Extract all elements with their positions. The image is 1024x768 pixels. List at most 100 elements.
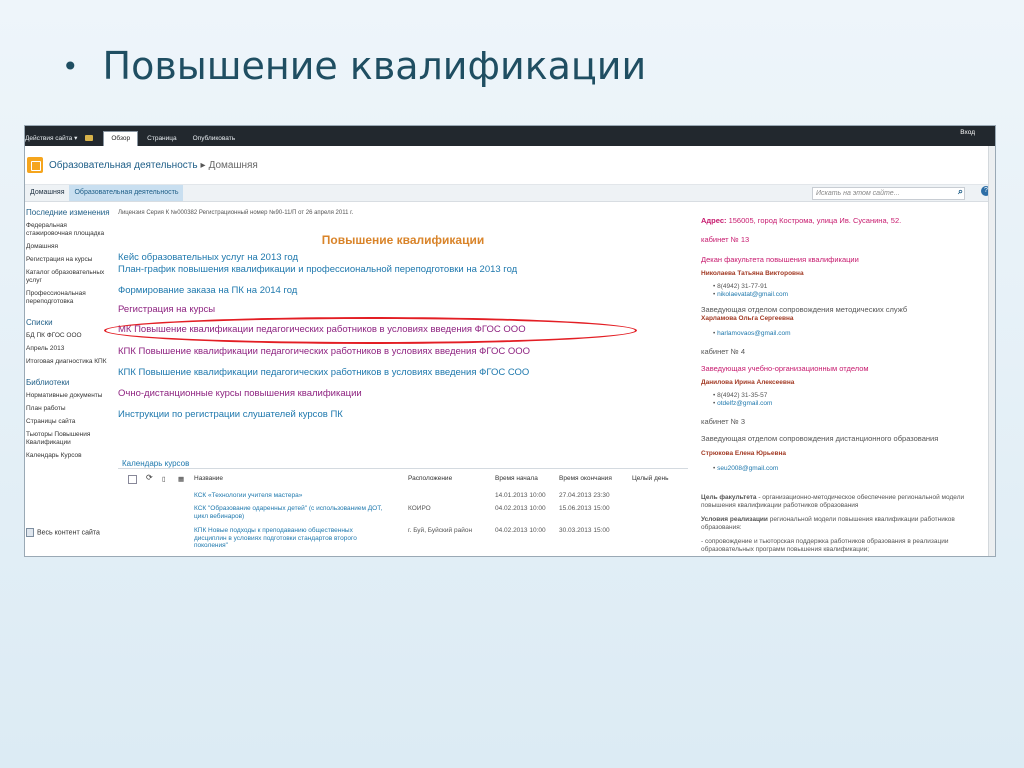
conditions: Условия реализации региональной модели п… — [701, 516, 971, 532]
head3-name: Стрюкова Елена Юрьевна — [701, 450, 787, 457]
calendar-divider — [118, 468, 688, 469]
slide-title: • Повышение квалификации — [62, 44, 646, 88]
head2-title: Заведующая учебно-организационным отдело… — [701, 364, 869, 373]
search-icon[interactable]: ⌕ — [958, 186, 963, 197]
search-input[interactable]: Искать на этом сайте... — [812, 187, 965, 200]
site-logo-icon — [27, 157, 43, 173]
site-titlebar: Образовательная деятельность ▸ Домашняя — [25, 146, 995, 185]
goal-label: Цель факультета — [701, 494, 757, 501]
col-end[interactable]: Время окончания — [559, 475, 612, 482]
tab-page[interactable]: Страница — [140, 132, 183, 146]
link-order-2014[interactable]: Формирование заказа на ПК на 2014 год — [118, 285, 297, 296]
all-content-link[interactable]: Весь контент сайта — [26, 528, 100, 537]
contacts-sidebar: Адрес: 156005, город Кострома, улица Ив.… — [701, 202, 981, 556]
head1-email-link[interactable]: harlamovaos@gmail.com — [717, 330, 790, 337]
refresh-icon[interactable]: ⟳ — [146, 473, 153, 482]
head1-name: Харламова Ольга Сергеевна — [701, 315, 794, 322]
ql-item[interactable]: Регистрация на курсы — [26, 256, 112, 264]
nav-education[interactable]: Образовательная деятельность — [69, 185, 184, 201]
slide-title-text: Повышение квалификации — [102, 44, 647, 88]
course-end: 27.04.2013 23:30 — [559, 492, 610, 499]
calendar-title[interactable]: Календарь курсов — [122, 459, 189, 468]
ql-item[interactable]: Каталог образовательных услуг — [26, 269, 112, 285]
link-instructions[interactable]: Инструкции по регистрации слушателей кур… — [118, 409, 343, 420]
dean-phone: • 8(4942) 31-77-91 — [713, 283, 768, 290]
link-plan-2013[interactable]: План-график повышения квалификации и про… — [118, 264, 517, 275]
dean-title: Декан факультета повышения квалификации — [701, 255, 859, 264]
col-name[interactable]: Название — [194, 475, 223, 482]
ql-item[interactable]: Календарь Курсов — [26, 452, 112, 460]
col-location[interactable]: Расположение — [408, 475, 452, 482]
head3-email-link[interactable]: seu2008@gmail.com — [717, 465, 778, 472]
ribbon-bar: Действия сайта ▾ Обзор Страница Опублико… — [25, 126, 995, 146]
room-13: кабинет № 13 — [701, 235, 750, 244]
type-icon[interactable]: ▦ — [178, 475, 184, 483]
main-content: Лицензия Серия К №000382 Регистрационный… — [118, 202, 688, 556]
head2-email-link[interactable]: otdelfz@gmail.com — [717, 400, 772, 407]
attachment-icon[interactable]: ▯ — [162, 475, 166, 483]
head2-name: Данилова Ирина Алексеевна — [701, 379, 795, 386]
course-name[interactable]: КПК Новые подходы к преподаванию обществ… — [194, 527, 384, 550]
tab-overview[interactable]: Обзор — [103, 131, 139, 146]
head1-email[interactable]: • harlamovaos@gmail.com — [713, 330, 791, 337]
ql-item[interactable]: Тьюторы Повышения Квалификации — [26, 431, 112, 447]
course-location: КОИРО — [408, 505, 431, 512]
col-start[interactable]: Время начала — [495, 475, 538, 482]
all-content-label: Весь контент сайта — [37, 529, 100, 537]
link-registration[interactable]: Регистрация на курсы — [118, 304, 215, 315]
breadcrumb: Образовательная деятельность ▸ Домашняя — [49, 160, 258, 171]
ql-item[interactable]: Страницы сайта — [26, 418, 112, 426]
calendar-header: ⟳ ▯ ▦ Название Расположение Время начала… — [118, 473, 688, 487]
site-actions-menu[interactable]: Действия сайта ▾ — [25, 134, 85, 146]
dean-phone-value: 8(4942) 31-77-91 — [717, 283, 768, 290]
faculty-goal: Цель факультета - организационно-методич… — [701, 494, 971, 510]
top-navigation: Домашняя Образовательная деятельность Ис… — [25, 185, 995, 202]
highlight-oval — [104, 317, 637, 344]
ql-item[interactable]: Нормативные документы — [26, 392, 112, 400]
head3-email[interactable]: • seu2008@gmail.com — [713, 465, 778, 472]
course-location: г. Буй, Буйский район — [408, 527, 473, 534]
ql-lists-heading[interactable]: Списки — [26, 318, 112, 327]
course-start: 14.01.2013 10:00 — [495, 492, 546, 499]
link-case-2013[interactable]: Кейс образовательных услуг на 2013 год — [118, 252, 298, 263]
ql-libs-heading[interactable]: Библиотеки — [26, 378, 112, 387]
course-end: 15.06.2013 15:00 — [559, 505, 610, 512]
breadcrumb-site[interactable]: Образовательная деятельность — [49, 160, 198, 171]
col-all-day[interactable]: Целый день — [632, 475, 669, 482]
head2-email[interactable]: • otdelfz@gmail.com — [713, 400, 772, 407]
page-body: Последние изменения Федеральная стажиров… — [25, 202, 995, 556]
ql-item[interactable]: Итоговая диагностика КПК — [26, 358, 112, 366]
select-all-checkbox[interactable] — [128, 475, 137, 484]
link-distance-courses[interactable]: Очно-дистанционные курсы повышения квали… — [118, 388, 362, 399]
link-kpk-fgos-ooo[interactable]: КПК Повышение квалификации педагогически… — [118, 346, 530, 357]
head2-phone-value: 8(4942) 31-35-57 — [717, 392, 768, 399]
head1-title: Заведующая отделом сопровождения методич… — [701, 305, 908, 314]
ql-item[interactable]: Апрель 2013 — [26, 345, 112, 353]
dean-email[interactable]: • nikolaevatat@gmail.com — [713, 291, 788, 298]
course-name[interactable]: КСК «Технологии учителя мастера» — [194, 492, 384, 500]
tab-publish[interactable]: Опубликовать — [186, 132, 243, 146]
room-4: кабинет № 4 — [701, 347, 745, 356]
license-text: Лицензия Серия К №000382 Регистрационный… — [118, 210, 354, 216]
course-start: 04.02.2013 10:00 — [495, 527, 546, 534]
breadcrumb-separator-icon: ▸ — [200, 159, 206, 171]
login-link[interactable]: Вход — [960, 129, 975, 136]
ql-item[interactable]: План работы — [26, 405, 112, 413]
ql-item[interactable]: Федеральная стажировочная площадка — [26, 222, 112, 238]
nav-home[interactable]: Домашняя — [25, 185, 69, 201]
bullet-icon: • — [62, 49, 79, 83]
course-name[interactable]: КСК "Образование одаренных детей" (с исп… — [194, 505, 384, 520]
ql-item[interactable]: Домашняя — [26, 243, 112, 251]
dean-email-link[interactable]: nikolaevatat@gmail.com — [717, 291, 788, 298]
address-value: 156005, город Кострома, улица Ив. Сусани… — [728, 216, 902, 225]
course-start: 04.02.2013 10:00 — [495, 505, 546, 512]
ql-item[interactable]: Профессиональная переподготовка — [26, 290, 112, 306]
conditions-label: Условия реализации — [701, 516, 768, 523]
dean-name: Николаева Татьяна Викторовна — [701, 270, 804, 277]
ql-recent[interactable]: Последние изменения — [26, 208, 112, 217]
ql-item[interactable]: БД ПК ФГОС ООО — [26, 332, 112, 340]
folder-icon[interactable] — [85, 135, 94, 141]
link-kpk-fgos-soo[interactable]: КПК Повышение квалификации педагогически… — [118, 367, 529, 378]
breadcrumb-current: Домашняя — [208, 159, 258, 171]
vertical-scrollbar[interactable] — [988, 146, 995, 556]
